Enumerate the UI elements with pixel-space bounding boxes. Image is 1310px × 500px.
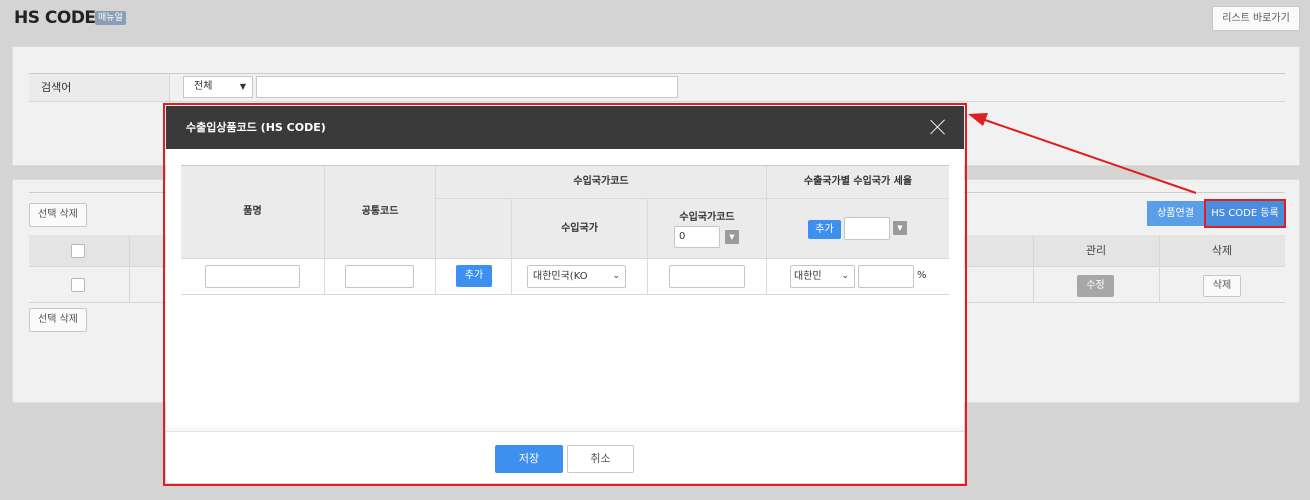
cancel-button[interactable]: 취소 (567, 445, 634, 473)
item-name-input[interactable] (205, 265, 300, 288)
divider (435, 166, 436, 295)
divider (181, 258, 949, 259)
divider (129, 268, 130, 302)
modal-footer (166, 431, 964, 483)
hs-code-table: 품명 공통코드 수입국가코드 수입국가 수입국가코드 수출국가별 수입국가 세율… (181, 165, 949, 295)
divider (1159, 268, 1160, 302)
row-add-button[interactable]: 추가 (456, 265, 492, 287)
column-header-delete: 삭제 (1211, 244, 1233, 257)
header-blank (436, 199, 511, 258)
footer-shadow (166, 424, 964, 431)
divider (436, 198, 949, 199)
hs-code-modal: 수출입상품코드 (HS CODE) 품명 공통코드 수입국가코드 수입국가 수입… (166, 106, 964, 483)
header-item-name: 품명 (181, 166, 324, 258)
tax-rate-input[interactable] (858, 265, 914, 288)
import-country-select[interactable]: 대한민국(KO ⌄ (527, 265, 626, 288)
search-scope-select[interactable]: 전체 ▼ (183, 76, 253, 98)
chevron-down-icon: ⌄ (612, 271, 620, 281)
percent-label: % (917, 270, 927, 281)
divider (181, 294, 949, 295)
divider (129, 235, 130, 266)
header-add-button[interactable]: 추가 (808, 220, 841, 239)
import-country-code-input[interactable] (669, 265, 745, 288)
manual-badge[interactable]: 매뉴얼 (95, 11, 126, 25)
select-all-checkbox[interactable] (71, 244, 85, 258)
search-input[interactable] (256, 76, 678, 98)
header-tax-input[interactable] (844, 217, 890, 240)
divider (766, 166, 767, 295)
page-title: HS CODE (14, 8, 96, 28)
tax-country-select[interactable]: 대한민 ⌄ (790, 265, 855, 288)
column-header-manage: 관리 (1085, 244, 1107, 257)
search-label: 검색어 (29, 74, 170, 101)
divider (511, 199, 512, 295)
tax-country-value: 대한민 (794, 271, 822, 282)
chevron-down-icon: ▼ (239, 82, 246, 91)
divider (1033, 268, 1034, 302)
row-delete-button[interactable]: 삭제 (1203, 275, 1241, 297)
chevron-down-icon[interactable]: ▼ (725, 230, 739, 244)
modal-title: 수출입상품코드 (HS CODE) (186, 121, 326, 134)
row-edit-button[interactable]: 수정 (1077, 275, 1114, 297)
header-country-code-input[interactable]: 0 (674, 226, 720, 248)
header-import-country-code: 수입국가코드 (679, 212, 735, 223)
save-button[interactable]: 저장 (495, 445, 563, 473)
modal-header: 수출입상품코드 (HS CODE) (166, 106, 964, 149)
header-import-country: 수입국가 (512, 199, 647, 258)
divider (647, 199, 648, 295)
close-icon[interactable] (930, 119, 946, 135)
product-link-button[interactable]: 상품연결 (1147, 201, 1204, 226)
list-shortcut-button[interactable]: 리스트 바로가기 (1212, 6, 1300, 31)
chevron-down-icon: ⌄ (841, 271, 849, 281)
select-delete-button-top[interactable]: 선택 삭제 (29, 203, 87, 227)
chevron-down-icon[interactable]: ▼ (893, 221, 907, 235)
common-code-input[interactable] (345, 265, 414, 288)
select-delete-button-bottom[interactable]: 선택 삭제 (29, 308, 87, 332)
header-import-country-code-group: 수입국가코드 (436, 166, 766, 198)
row-checkbox[interactable] (71, 278, 85, 292)
header-common-code: 공통코드 (325, 166, 435, 258)
search-scope-value: 전체 (194, 81, 213, 92)
header-tax-group: 수출국가별 수입국가 세율 (767, 166, 949, 198)
import-country-value: 대한민국(KO (533, 271, 588, 282)
hs-code-register-button[interactable]: HS CODE 등록 (1204, 199, 1286, 228)
divider (324, 166, 325, 295)
